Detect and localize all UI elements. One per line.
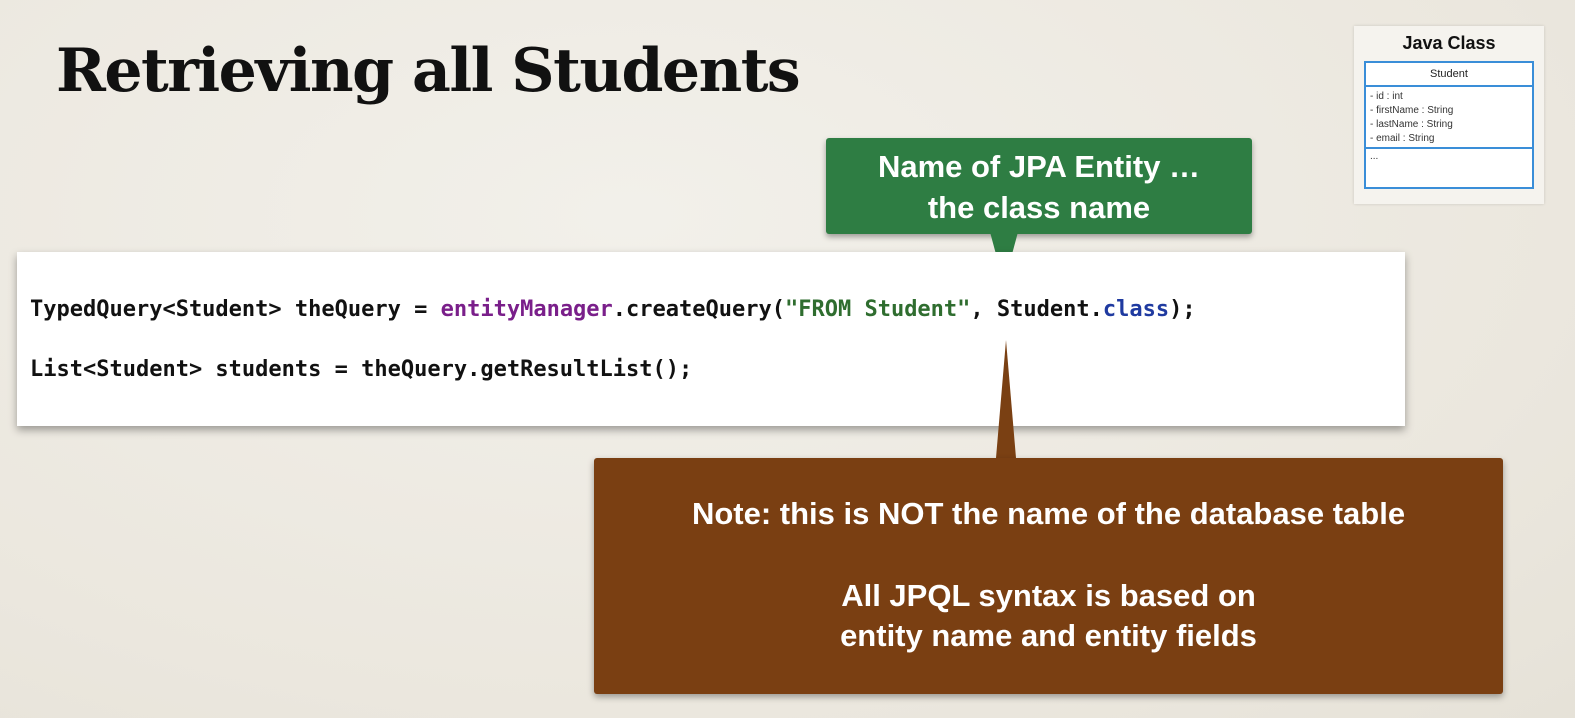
brown-callout-pointer [996, 340, 1016, 458]
code-token: .createQuery( [612, 297, 785, 322]
uml-field: - lastName : String [1370, 119, 1453, 130]
entity-name-callout-line1: Name of JPA Entity … [877, 149, 1201, 184]
code-line-typed-query: TypedQuery<Student> theQuery = entityMan… [30, 297, 1196, 322]
uml-field: - firstName : String [1370, 105, 1454, 116]
page-title: Retrieving all Students [56, 36, 801, 106]
code-token: ); [1169, 297, 1196, 322]
code-line-result-list: List<Student> students = theQuery.getRes… [30, 357, 693, 382]
table-name-note-callout: Note: this is NOT the name of the databa… [594, 458, 1503, 694]
uml-heading: Java Class [1402, 33, 1496, 53]
entity-name-callout-text: Name of JPA Entity … the class name [826, 146, 1252, 228]
uml-field: - email : String [1370, 133, 1435, 144]
uml-class-box: Student - id : int - firstName : String … [1364, 61, 1534, 189]
jpql-syntax-note: All JPQL syntax is based on entity name … [594, 576, 1503, 656]
entity-name-callout: Name of JPA Entity … the class name [826, 138, 1252, 234]
uml-fields: - id : int - firstName : String - lastNa… [1366, 87, 1532, 149]
uml-field: - id : int [1370, 91, 1403, 102]
jpql-note-line2: entity name and entity fields [840, 618, 1257, 653]
uml-class-name: Student [1366, 63, 1532, 87]
note-line: Note: this is NOT the name of the databa… [691, 496, 1406, 531]
jpql-note-line1: All JPQL syntax is based on [841, 578, 1256, 613]
uml-methods: ... [1370, 151, 1379, 162]
entity-name-callout-line2: the class name [927, 190, 1151, 225]
code-token-object: entityManager [440, 297, 613, 322]
code-block: TypedQuery<Student> theQuery = entityMan… [17, 252, 1405, 426]
code-token-keyword: class [1102, 297, 1170, 322]
code-token: TypedQuery<Student> theQuery = [30, 297, 441, 322]
code-token-string: "FROM Student" [784, 297, 971, 322]
uml-class-diagram: Java Class Student - id : int - firstNam… [1354, 26, 1544, 204]
code-token: , Student. [970, 297, 1103, 322]
